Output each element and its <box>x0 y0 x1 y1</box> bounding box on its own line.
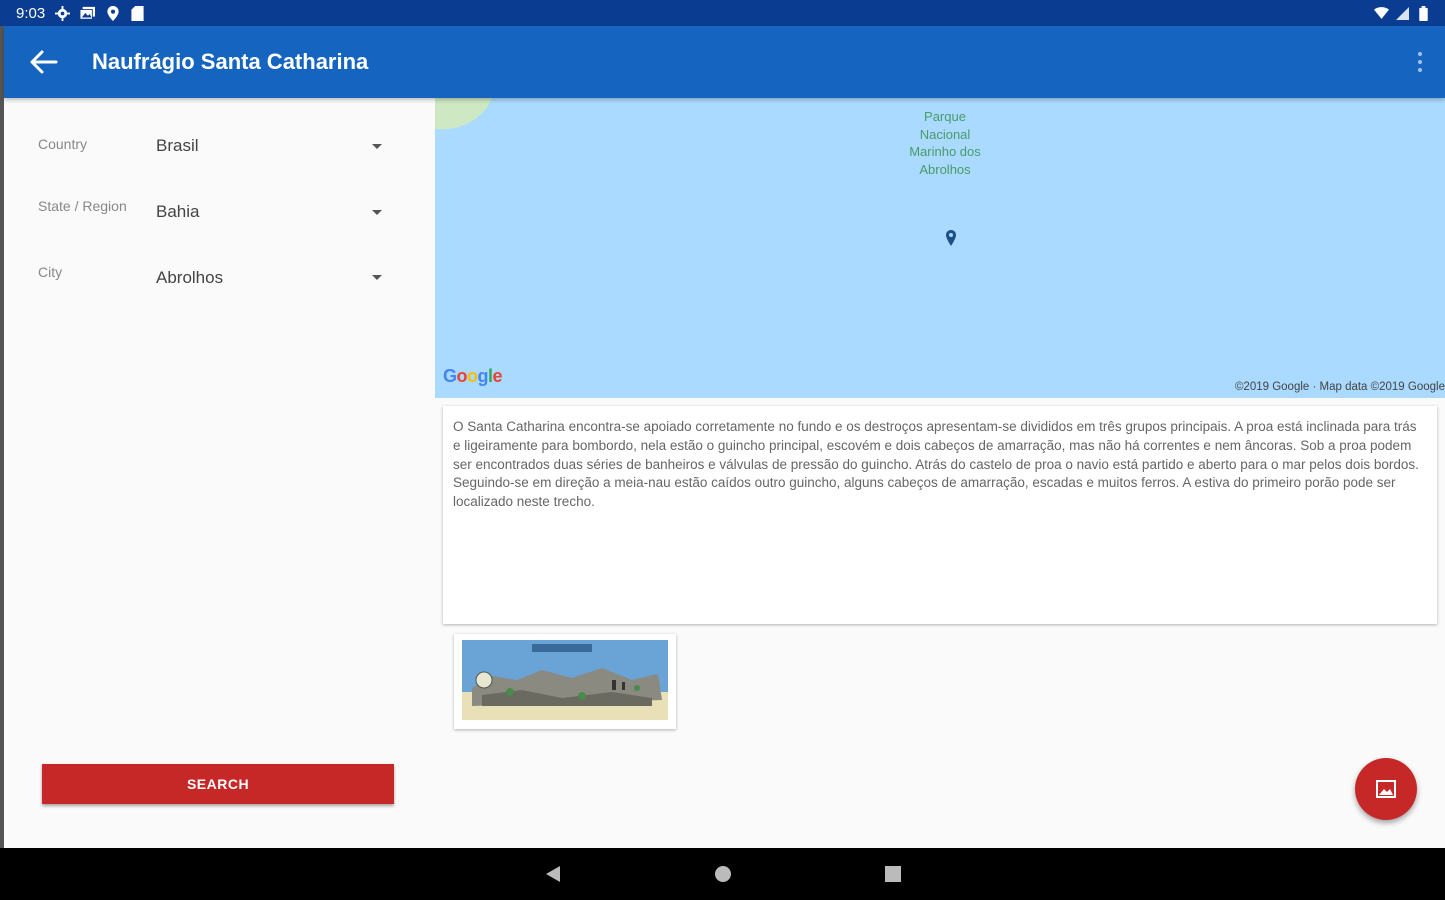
shipwreck-thumbnail[interactable] <box>462 640 668 720</box>
nav-home-button[interactable] <box>708 859 738 889</box>
nav-recents-button[interactable] <box>878 859 908 889</box>
app-bar: Naufrágio Santa Catharina <box>4 26 1445 98</box>
filter-panel: Country Brasil State / Region Bahia City… <box>4 98 435 848</box>
state-label: State / Region <box>38 198 127 214</box>
google-logo: Google <box>443 366 503 386</box>
chevron-down-icon <box>372 275 382 280</box>
image-icon <box>1376 780 1396 798</box>
country-dropdown[interactable]: Country Brasil <box>38 128 388 168</box>
chevron-down-icon <box>372 144 382 149</box>
map-park-label: Parque Nacional Marinho dos Abrolhos <box>909 109 981 177</box>
country-label: Country <box>38 136 88 152</box>
location-icon <box>105 5 120 21</box>
arrow-back-icon <box>30 50 58 74</box>
map-view[interactable]: Parque Nacional Marinho dos Abrolhos Goo… <box>435 98 1445 398</box>
map-copyright: ©2019 Google · Map data ©2019 Google <box>1234 381 1445 393</box>
signal-icon <box>1395 6 1410 21</box>
gallery-fab-button[interactable] <box>1355 758 1417 820</box>
city-value: Abrolhos <box>156 268 224 287</box>
recents-square-icon <box>884 866 901 882</box>
home-circle-icon <box>714 866 731 882</box>
sd-card-icon <box>130 5 145 21</box>
status-bar: 9:03 <box>0 0 1445 26</box>
status-time: 9:03 <box>16 4 46 22</box>
state-dropdown[interactable]: State / Region Bahia <box>38 192 388 232</box>
country-value: Brasil <box>156 136 199 155</box>
more-vert-icon[interactable] <box>1417 52 1423 72</box>
city-label: City <box>38 264 63 280</box>
page-title: Naufrágio Santa Catharina <box>92 49 369 74</box>
description-text: O Santa Catharina encontra-se apoiado co… <box>453 419 1419 510</box>
chevron-down-icon <box>372 210 382 215</box>
navigation-bar <box>0 848 1445 900</box>
nav-back-button[interactable] <box>538 859 568 889</box>
description-card: O Santa Catharina encontra-se apoiado co… <box>443 406 1437 624</box>
city-dropdown[interactable]: City Abrolhos <box>38 258 388 298</box>
gallery-icon <box>80 6 96 21</box>
triangle-back-icon <box>545 866 560 882</box>
back-button[interactable] <box>4 26 84 98</box>
search-button[interactable]: SEARCH <box>42 764 394 804</box>
map-land <box>435 98 505 142</box>
state-value: Bahia <box>156 202 200 221</box>
battery-icon <box>1416 5 1431 21</box>
image-thumbnail-card[interactable] <box>454 634 676 729</box>
wifi-icon <box>1374 6 1389 21</box>
settings-icon <box>55 5 71 21</box>
map-pin-icon[interactable] <box>946 230 956 246</box>
